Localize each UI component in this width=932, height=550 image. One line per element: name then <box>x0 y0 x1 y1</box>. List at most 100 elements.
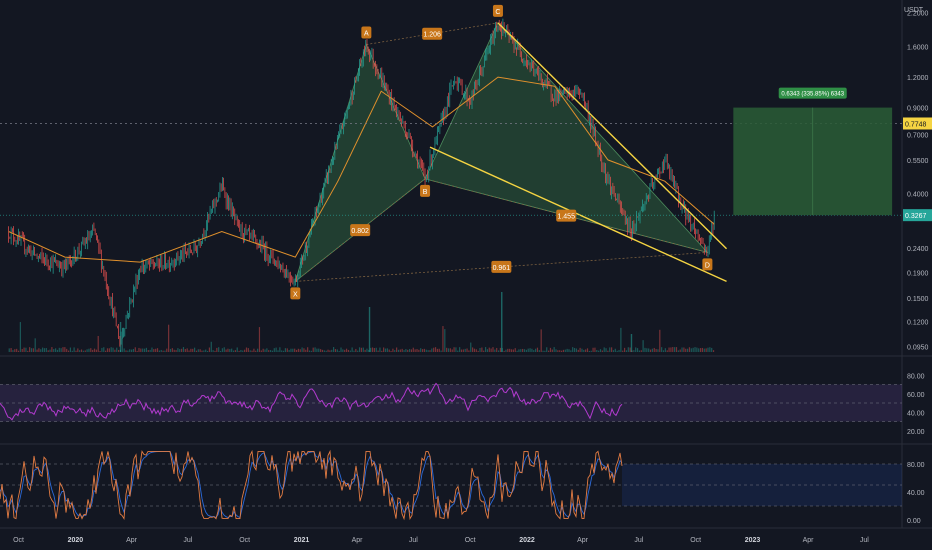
price-tick-label: 0.9000 <box>907 106 929 113</box>
volume-bar <box>279 347 281 352</box>
volume-bar <box>692 347 694 352</box>
volume-bar <box>25 347 27 352</box>
ratio-label-a-c[interactable]: 1.206 <box>422 27 443 40</box>
volume-bar <box>169 348 172 352</box>
volume-bar <box>344 349 346 352</box>
pattern-point-a[interactable]: A <box>361 26 372 39</box>
volume-bar <box>331 349 333 352</box>
position-box-label: 0.6343 (335.85%) 6343 <box>778 87 847 99</box>
volume-bar <box>108 348 110 352</box>
volume-bar <box>249 350 251 352</box>
ratio-label-x-d[interactable]: 0.961 <box>491 260 512 273</box>
volume-bar <box>345 348 348 352</box>
volume-bar <box>329 350 331 352</box>
volume-bar <box>257 348 259 352</box>
volume-bar <box>668 347 670 352</box>
volume-bar <box>166 348 168 352</box>
time-axis-label: 2022 <box>519 537 535 544</box>
volume-bar <box>338 350 340 352</box>
volume-bar <box>371 347 374 352</box>
ratio-label-x-d-text: 0.961 <box>493 265 511 272</box>
volume-bar <box>14 349 16 352</box>
volume-bar <box>601 350 603 352</box>
volume-bar <box>132 348 135 352</box>
position-label-text: 0.6343 (335.85%) 6343 <box>781 92 844 98</box>
ratio-label-x-b[interactable]: 0.802 <box>350 224 371 237</box>
volume-bar <box>525 349 527 352</box>
volume-bar <box>97 335 99 352</box>
pattern-point-x[interactable]: X <box>290 287 301 300</box>
volume-bar <box>342 349 344 352</box>
volume-bar <box>212 350 214 352</box>
volume-bar <box>536 347 539 352</box>
volume-bar <box>127 350 129 352</box>
volume-bar <box>93 348 96 352</box>
volume-bar <box>49 349 51 352</box>
volume-bar <box>427 350 429 352</box>
volume-bar <box>264 349 266 352</box>
volume-bar <box>310 350 312 352</box>
price-tick-label: 0.7000 <box>907 132 929 139</box>
volume-bar <box>295 349 298 352</box>
volume-bar <box>307 347 309 352</box>
volume-bar <box>622 350 624 352</box>
volume-bar <box>175 350 177 352</box>
volume-bar <box>240 349 242 352</box>
volume-bar <box>266 348 268 352</box>
volume-bar <box>234 350 236 352</box>
volume-bar <box>492 347 494 352</box>
pattern-point-d[interactable]: D <box>702 258 713 271</box>
time-axis-label: Apr <box>803 537 815 544</box>
volume-bar <box>629 347 631 352</box>
volume-bar <box>623 347 626 352</box>
volume-bar <box>388 349 390 352</box>
rsi-tick-label: 40.00 <box>907 410 925 417</box>
volume-bar <box>386 348 388 352</box>
volume-bar <box>651 348 653 352</box>
volume-bar <box>499 347 502 352</box>
volume-bar <box>460 349 463 352</box>
volume-bar <box>332 347 335 352</box>
price-tick-label: 0.0950 <box>907 344 929 351</box>
volume-bar <box>683 347 685 352</box>
volume-bar <box>397 349 400 352</box>
volume-bar <box>418 349 420 352</box>
volume-bar <box>106 348 109 352</box>
volume-bar <box>42 347 44 352</box>
trading-chart[interactable]: 0.6343 (335.85%) 6343 X A B C D 1.206 0.802 1.4… <box>0 0 932 550</box>
volume-bar <box>219 350 222 352</box>
volume-spike <box>368 307 371 352</box>
volume-bar <box>153 349 155 352</box>
volume-bar <box>507 348 509 352</box>
volume-bar <box>405 349 407 352</box>
volume-bar <box>490 348 492 352</box>
volume-bar <box>690 348 692 352</box>
volume-bar <box>56 349 59 352</box>
volume-bar <box>475 349 477 352</box>
pattern-point-c[interactable]: C <box>492 4 503 17</box>
volume-bar <box>447 348 450 352</box>
volume-bar <box>218 347 220 352</box>
volume-bar <box>384 348 387 352</box>
volume-bar <box>353 350 355 352</box>
volume-bar <box>644 347 646 352</box>
rsi-panel[interactable] <box>0 382 902 422</box>
pattern-point-b[interactable]: B <box>420 184 431 197</box>
volume-bar <box>653 347 655 352</box>
volume-bar <box>564 349 566 352</box>
volume-bar <box>503 350 505 352</box>
volume-bar <box>612 350 615 352</box>
volume-bar <box>136 350 138 352</box>
ratio-label-b-d[interactable]: 1.455 <box>556 209 577 222</box>
volume-bar <box>67 350 70 352</box>
volume-bar <box>462 349 464 352</box>
volume-bar <box>181 348 183 352</box>
volume-bar <box>232 350 235 352</box>
volume-bar <box>605 348 607 352</box>
horizontal-level-price-label-text: 0.7748 <box>905 121 927 128</box>
volume-bar <box>538 350 540 352</box>
volume-bar <box>147 350 149 352</box>
volume-bar <box>483 350 485 352</box>
volume-bar <box>662 350 665 352</box>
volume-bar <box>66 348 68 352</box>
